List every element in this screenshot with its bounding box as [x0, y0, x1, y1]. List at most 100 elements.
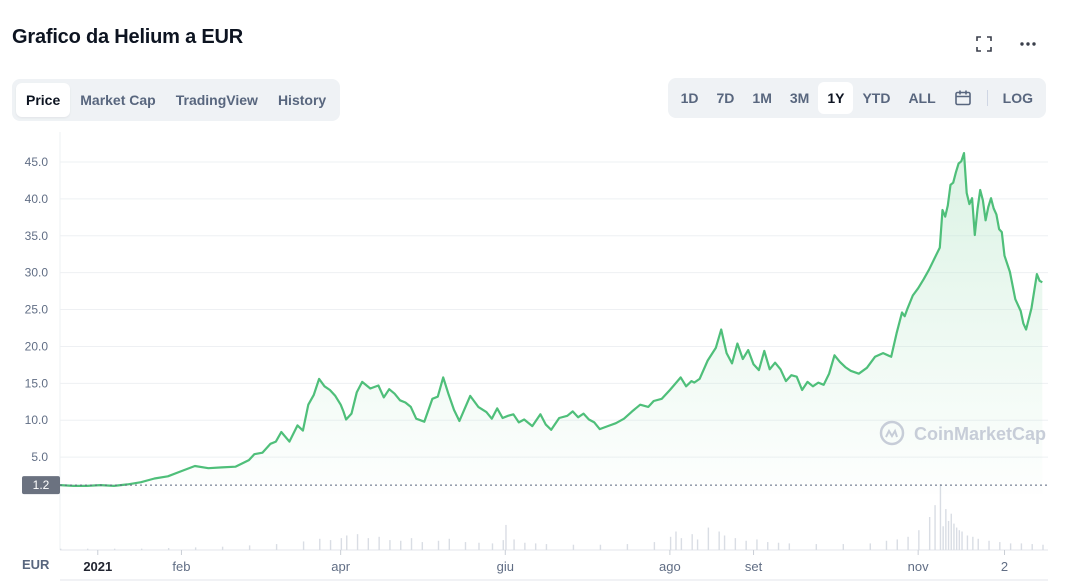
volume-bar [815, 544, 818, 550]
volume-bar [788, 543, 791, 550]
price-chart: 45.040.035.030.025.020.015.010.05.0 1.2 … [22, 132, 1048, 581]
volume-bar [961, 531, 963, 550]
volume-bar [942, 526, 944, 550]
volume-bar [723, 535, 726, 550]
x-tick-label: feb [172, 559, 190, 574]
current-price-label: 1.2 [22, 476, 60, 495]
volume-bar [378, 536, 380, 550]
volume-bar [346, 535, 348, 550]
y-tick-label: 10.0 [25, 413, 49, 427]
volume-bar [421, 542, 424, 550]
x-tick-label: apr [331, 559, 350, 574]
volume-bar [410, 538, 413, 550]
volume-bar [896, 539, 898, 550]
volume-bar [1009, 543, 1012, 550]
volume-bar [718, 531, 720, 550]
y-tick-label: 30.0 [25, 266, 49, 280]
volume-bar [437, 540, 440, 550]
volume-bar [966, 535, 969, 550]
volume-bar [400, 540, 402, 550]
volume-bar [950, 513, 952, 550]
y-axis: 45.0 40.0 35.0 30.0 25.0 20.0 15.0 10.0 5.0 [25, 155, 49, 464]
volume-bar [545, 544, 548, 550]
x-tick-label: 2 [1001, 559, 1008, 574]
volume-bar [977, 538, 979, 550]
volume-bar [928, 517, 931, 550]
y-tick-label: 20.0 [25, 339, 49, 353]
volume-bar [947, 520, 950, 550]
volume-bar [248, 545, 251, 550]
volume-bar [680, 538, 683, 550]
volume-bar [777, 542, 780, 550]
volume-bar [502, 540, 504, 550]
x-tick-label: giu [497, 559, 514, 574]
currency-label: EUR [22, 557, 50, 572]
volume-bar [60, 548, 62, 550]
volume-bar [626, 544, 629, 550]
volume-bar [945, 509, 947, 550]
volume-bar [140, 548, 143, 550]
volume-bar [842, 544, 845, 550]
x-tick-label: 2021 [83, 559, 112, 574]
x-tick-label: nov [908, 559, 929, 574]
volume-bar [918, 530, 920, 550]
volume-bar [675, 531, 677, 550]
y-tick-label: 15.0 [25, 376, 49, 390]
volume-bar [955, 527, 958, 550]
volume-bar [599, 544, 602, 550]
volume-bar [464, 542, 467, 550]
volume-bar [167, 548, 170, 550]
y-tick-label: 35.0 [25, 229, 49, 243]
volume-bar [275, 544, 278, 550]
volume-bar [653, 542, 656, 550]
volume-bar [491, 543, 494, 550]
x-axis: 2021 feb apr giu ago set nov 2 [83, 550, 1008, 574]
y-tick-label: 5.0 [31, 450, 48, 464]
volume-bar [988, 540, 990, 550]
volume-bar [669, 536, 672, 550]
volume-bar [734, 538, 737, 550]
volume-bar [885, 540, 888, 550]
volume-bar [958, 530, 961, 550]
volume-bar [329, 540, 332, 550]
x-tick-label: ago [659, 559, 681, 574]
volume-bar [367, 538, 370, 550]
y-tick-label: 40.0 [25, 192, 49, 206]
volume-bar [691, 534, 693, 550]
volume-bar [972, 536, 974, 550]
volume-bar [86, 548, 89, 550]
y-tick-label: 25.0 [25, 303, 49, 317]
volume-bar [707, 527, 710, 550]
volume-bar [572, 544, 575, 550]
volume-bar [194, 547, 197, 550]
x-tick-label: set [745, 559, 763, 574]
volume-bar [340, 538, 343, 550]
volume-bar [907, 536, 909, 550]
volume-bar [869, 543, 871, 550]
volume-bar [767, 542, 769, 550]
current-price-text: 1.2 [33, 478, 50, 492]
volume-bar [448, 538, 451, 550]
volume-bar [113, 548, 116, 550]
volume-bar [478, 542, 480, 550]
volume-bar [389, 540, 391, 550]
volume-bar [302, 541, 305, 550]
y-tick-label: 45.0 [25, 155, 49, 169]
watermark-text: CoinMarketCap [914, 424, 1046, 444]
volume-bar [999, 542, 1001, 550]
volume-bar [534, 543, 537, 550]
volume-bar [524, 542, 526, 550]
volume-bar [953, 523, 955, 550]
volume-bar [221, 546, 224, 550]
volume-bar [513, 539, 515, 550]
volume-bar [319, 538, 321, 550]
volume-bar [756, 539, 758, 550]
volume-bar [1042, 544, 1044, 550]
volume-bar [1031, 544, 1033, 550]
volume-bar [745, 540, 747, 550]
volume-bar [505, 524, 507, 550]
volume-bar [356, 534, 359, 550]
volume-bar [696, 539, 699, 550]
volume-bar [1020, 543, 1023, 550]
volume-bar [934, 505, 936, 550]
